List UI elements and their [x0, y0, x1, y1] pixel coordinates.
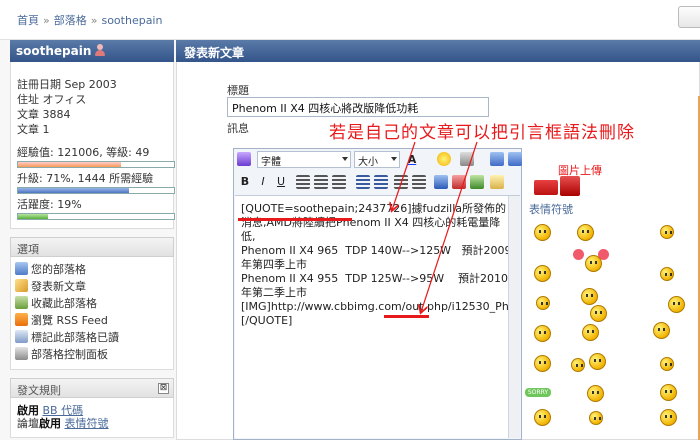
smiley-icon[interactable] [589, 411, 603, 425]
control-panel-icon [15, 347, 28, 360]
experience-label: 經驗值: 121006, 等級: 49 [17, 146, 150, 159]
profile-username[interactable]: soothepain [16, 44, 91, 58]
posting-rules-title: 發文規則 ⊠ [10, 378, 174, 398]
levelup-bar: 升級: 71%, 1444 所需經驗 [17, 172, 175, 198]
breadcrumb-sep: » [90, 14, 98, 27]
smiley-icon[interactable] [534, 409, 551, 426]
smilies-title: 表情符號 [529, 203, 573, 216]
option-rss[interactable]: 瀏覽 RSS Feed [15, 312, 169, 329]
levelup-label: 升級: 71%, 1444 所需經驗 [17, 172, 154, 185]
smiley-icon[interactable] [660, 409, 677, 426]
new-post-panel: 發表新文章 標題 Phenom II X4 四核心將改版降低功耗 訊息 字體 大… [176, 40, 700, 440]
smiley-icon[interactable] [590, 305, 607, 322]
blog-post-count: 文章 1 [17, 123, 50, 136]
activity-fill [18, 214, 48, 219]
rss-icon [15, 313, 28, 326]
smiley-icon[interactable] [534, 224, 551, 241]
smiley-icon[interactable] [660, 384, 677, 401]
activity-bar: 活躍度: 19% [17, 198, 175, 224]
smiley-icon[interactable] [587, 385, 604, 402]
female-user-icon [95, 44, 106, 56]
breadcrumb-user[interactable]: soothepain [101, 14, 162, 27]
join-date: 註冊日期 Sep 2003 [17, 78, 117, 91]
mark-read-icon [15, 330, 28, 343]
smiley-icon[interactable] [660, 357, 674, 371]
new-post-title: 發表新文章 [176, 40, 700, 62]
smiley-icon[interactable] [581, 288, 598, 305]
sidebar: soothepain 註冊日期 Sep 2003 住址 オフィス 文章 3884… [10, 40, 175, 438]
smiley-icon[interactable] [534, 265, 551, 282]
smiley-icon[interactable] [571, 358, 585, 372]
smiley-icon[interactable] [585, 255, 602, 272]
user-menu-button[interactable] [678, 6, 700, 28]
activity-label: 活躍度: 19% [17, 198, 82, 211]
breadcrumb-sep: » [43, 14, 50, 27]
smiley-icon[interactable] [582, 324, 599, 341]
smiley-icon[interactable] [536, 296, 550, 310]
bbcode-link[interactable]: BB 代碼 [43, 404, 84, 417]
smiley-icon[interactable] [660, 267, 674, 281]
smilies-link[interactable]: 表情符號 [65, 417, 109, 430]
breadcrumb-blogs[interactable]: 部落格 [54, 14, 87, 27]
blog-icon [15, 262, 28, 275]
rule-smilies: 論壇啟用 表情符號 [17, 417, 109, 430]
profile-header: soothepain [10, 40, 174, 62]
option-your-blog[interactable]: 您的部落格 [15, 261, 169, 278]
options-title: 選項 [10, 237, 174, 257]
option-subscribe[interactable]: 收藏此部落格 [15, 295, 169, 312]
smiley-icon[interactable] [534, 325, 551, 342]
pen-icon [15, 279, 28, 292]
option-mark-read[interactable]: 標記此部落格已讀 [15, 329, 169, 346]
option-control-panel[interactable]: 部落格控制面板 [15, 346, 169, 363]
smiley-icon[interactable] [660, 225, 674, 239]
smiley-icon[interactable] [534, 355, 551, 372]
experience-bar: 經驗值: 121006, 等級: 49 [17, 146, 175, 172]
levelup-fill [18, 188, 129, 193]
smiley-icon[interactable] [589, 353, 606, 370]
smiley-icon[interactable] [653, 322, 670, 339]
smiley-icon[interactable] [577, 224, 594, 241]
location: 住址 オフィス [17, 93, 87, 106]
breadcrumb: 首頁» 部落格» soothepain [0, 0, 700, 40]
experience-fill [18, 162, 121, 167]
collapse-icon[interactable]: ⊠ [158, 383, 169, 394]
annotation-arrows [177, 141, 478, 440]
heart-icon [573, 249, 584, 260]
smiley-icon[interactable] [668, 296, 685, 313]
rule-bbcode: 啟用 BB 代碼 [17, 404, 84, 417]
subscribe-icon [15, 296, 28, 309]
posting-rules-panel: 發文規則 ⊠ 啟用 BB 代碼 論壇啟用 表情符號 [10, 378, 174, 438]
options-panel: 選項 您的部落格 發表新文章 收藏此部落格 瀏覽 RSS Feed 標記此部落格… [10, 237, 174, 370]
option-new-post[interactable]: 發表新文章 [15, 278, 169, 295]
profile-panel: 註冊日期 Sep 2003 住址 オフィス 文章 3884 文章 1 經驗值: … [10, 62, 175, 229]
post-count: 文章 3884 [17, 108, 71, 121]
breadcrumb-home[interactable]: 首頁 [17, 14, 39, 27]
sorry-smiley-icon[interactable]: SORRY [525, 388, 551, 397]
